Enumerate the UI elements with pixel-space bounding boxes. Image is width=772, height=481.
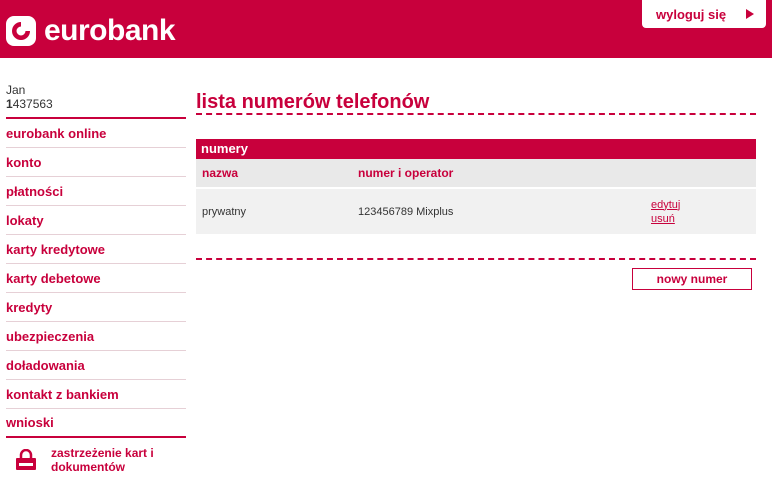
user-name: Jan <box>6 83 26 97</box>
table-row: prywatny 123456789 Mixplus edytuj usuń <box>196 189 756 234</box>
column-header-name: nazwa <box>202 166 239 180</box>
new-number-button[interactable]: nowy numer <box>632 268 752 290</box>
main-content: lista numerów telefonów numery nazwa num… <box>196 90 756 290</box>
page-title: lista numerów telefonów <box>196 91 430 113</box>
card-lock-label: zastrzeżenie kart i dokumentów <box>51 446 154 474</box>
edit-link[interactable]: edytuj <box>651 198 680 212</box>
nav-item-karty-debetowe[interactable]: karty debetowe <box>6 264 186 293</box>
logout-button[interactable]: wyloguj się <box>642 0 766 28</box>
eurobank-logo-icon <box>6 16 36 46</box>
nav-item-ubezpieczenia[interactable]: ubezpieczenia <box>6 322 186 351</box>
nav-item-kredyty[interactable]: kredyty <box>6 293 186 322</box>
user-id-rest: 437563 <box>12 97 53 111</box>
nav-item-wnioski[interactable]: wnioski <box>6 409 186 438</box>
play-arrow-icon <box>746 9 754 19</box>
nav-item-konto[interactable]: konto <box>6 148 186 177</box>
user-id: 1437563 <box>6 97 186 111</box>
user-id-first-digit: 1 <box>6 97 13 111</box>
column-header-number: numer i operator <box>358 166 454 180</box>
nav-item-lokaty[interactable]: lokaty <box>6 206 186 235</box>
top-bar: eurobank wyloguj się <box>0 0 772 58</box>
brand-name: eurobank <box>44 14 176 47</box>
nav-item-kontakt[interactable]: kontakt z bankiem <box>6 380 186 409</box>
delete-link[interactable]: usuń <box>651 212 680 226</box>
card-lock-link[interactable]: zastrzeżenie kart i dokumentów <box>14 446 186 474</box>
nav-item-eurobank-online[interactable]: eurobank online <box>6 119 186 148</box>
eurobank-logo[interactable]: eurobank <box>6 13 176 49</box>
bottom-divider <box>196 258 756 260</box>
logout-label: wyloguj się <box>656 6 727 22</box>
row-number: 123456789 Mixplus <box>358 205 454 218</box>
nav-item-karty-kredytowe[interactable]: karty kredytowe <box>6 235 186 264</box>
user-info: Jan 1437563 <box>6 84 186 119</box>
sidebar: Jan 1437563 eurobank online konto płatno… <box>6 84 186 474</box>
numbers-panel: numery nazwa numer i operator prywatny 1… <box>196 139 756 234</box>
panel-title: numery <box>196 139 756 159</box>
row-name: prywatny <box>202 205 247 218</box>
nav-item-doladowania[interactable]: doładowania <box>6 351 186 380</box>
nav-item-platnosci[interactable]: płatności <box>6 177 186 206</box>
padlock-icon <box>14 448 38 471</box>
row-actions: edytuj usuń <box>646 198 680 226</box>
title-divider <box>196 113 756 115</box>
table-header: nazwa numer i operator <box>196 159 756 189</box>
